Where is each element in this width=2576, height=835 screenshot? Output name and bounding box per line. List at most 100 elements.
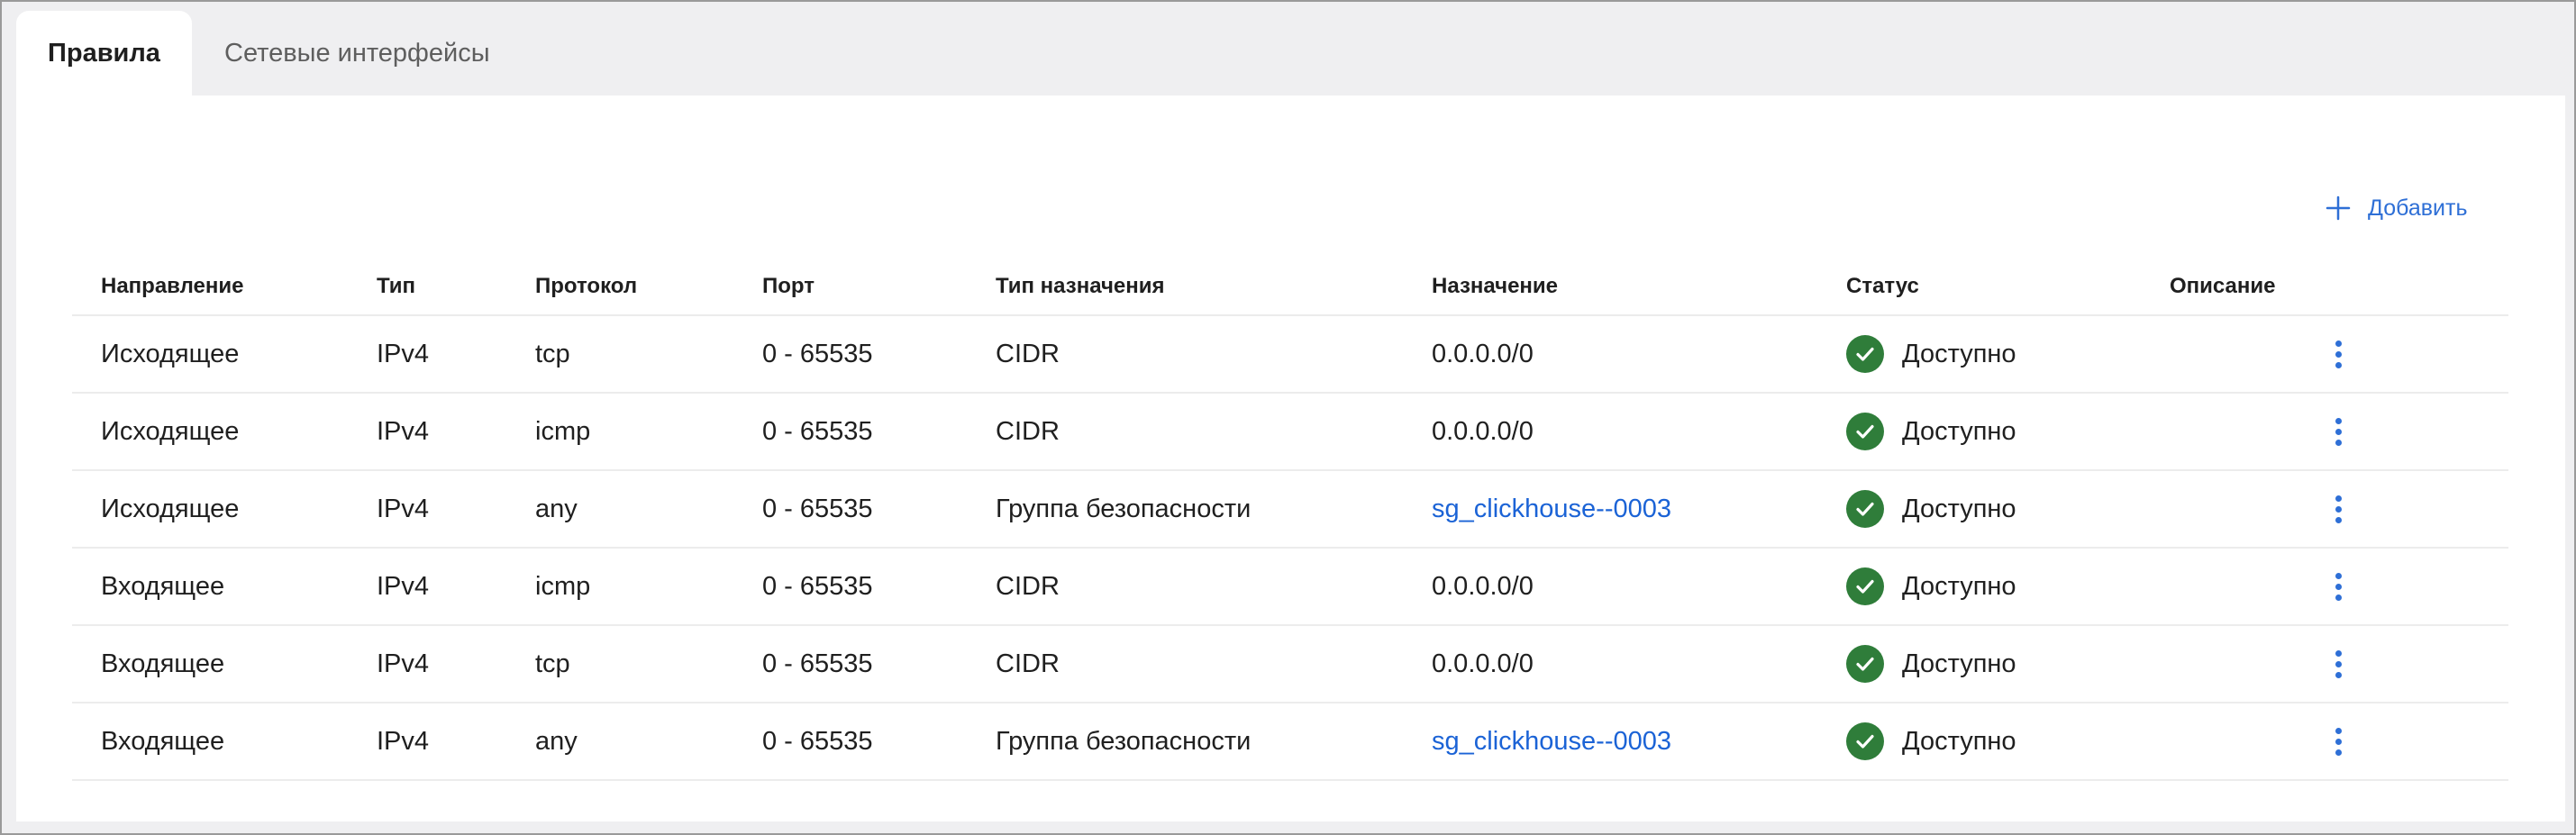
cell-status: Доступно: [1817, 548, 2141, 626]
cell-protocol: any: [506, 703, 733, 781]
cell-port: 0 - 65535: [733, 625, 967, 703]
cell-destination-type: CIDR: [967, 315, 1403, 394]
cell-destination-type: Группа безопасности: [967, 703, 1403, 781]
status-text: Доступно: [1902, 571, 2016, 601]
table-row: Исходящее IPv4 icmp 0 - 65535 CIDR 0.0.0.0/0 Д…: [72, 393, 2508, 471]
destination-link[interactable]: sg_clickhouse--0003: [1432, 727, 1671, 756]
cell-destination: 0.0.0.0/0: [1403, 548, 1817, 626]
cell-destination: 0.0.0.0/0: [1432, 416, 1534, 446]
cell-destination-type: Группа безопасности: [967, 470, 1403, 549]
status-text: Доступно: [1902, 416, 2016, 446]
cell-direction: Входящее: [72, 548, 348, 626]
cell-destination: 0.0.0.0/0: [1432, 649, 1534, 678]
window-frame: Правила Сетевые интерфейсы Добавить Напр…: [0, 0, 2576, 835]
cell-direction: Исходящее: [72, 393, 348, 471]
cell-description: [2141, 315, 2508, 394]
cell-protocol: tcp: [506, 315, 733, 394]
more-vertical-icon[interactable]: [2327, 417, 2349, 446]
more-vertical-icon[interactable]: [2327, 340, 2349, 368]
column-header-status[interactable]: Статус: [1817, 258, 2141, 316]
cell-type: IPv4: [348, 393, 506, 471]
table-row: Исходящее IPv4 tcp 0 - 65535 CIDR 0.0.0.0/0 До…: [72, 315, 2508, 394]
more-vertical-icon[interactable]: [2327, 727, 2349, 756]
cell-description: [2141, 470, 2508, 549]
more-vertical-icon[interactable]: [2327, 572, 2349, 601]
table-row: Входящее IPv4 icmp 0 - 65535 CIDR 0.0.0.0/0 До…: [72, 548, 2508, 626]
check-circle-icon: [1846, 567, 1884, 605]
add-rule-label: Добавить: [2368, 195, 2468, 221]
status-indicator: Доступно: [1846, 335, 2141, 373]
column-header-direction[interactable]: Направление: [72, 258, 348, 316]
tab-rules[interactable]: Правила: [16, 11, 192, 95]
table-row: Входящее IPv4 any 0 - 65535 Группа безопасно…: [72, 703, 2508, 781]
check-circle-icon: [1846, 335, 1884, 373]
status-text: Доступно: [1902, 649, 2016, 678]
cell-destination: 0.0.0.0/0: [1432, 571, 1534, 601]
cell-description: [2141, 703, 2508, 781]
more-vertical-icon[interactable]: [2327, 649, 2349, 678]
table-row: Исходящее IPv4 any 0 - 65535 Группа безопасн…: [72, 470, 2508, 549]
column-header-description[interactable]: Описание: [2141, 258, 2508, 316]
rules-table: Направление Тип Протокол Порт Тип назнач…: [72, 258, 2508, 781]
cell-direction: Входящее: [72, 625, 348, 703]
column-header-destination-type[interactable]: Тип назначения: [967, 258, 1403, 316]
status-text: Доступно: [1902, 726, 2016, 756]
cell-type: IPv4: [348, 548, 506, 626]
cell-type: IPv4: [348, 703, 506, 781]
cell-port: 0 - 65535: [733, 315, 967, 394]
status-indicator: Доступно: [1846, 413, 2141, 450]
check-circle-icon: [1846, 645, 1884, 683]
cell-destination-type: CIDR: [967, 393, 1403, 471]
cell-destination: 0.0.0.0/0: [1432, 339, 1534, 368]
status-indicator: Доступно: [1846, 645, 2141, 683]
check-circle-icon: [1846, 413, 1884, 450]
cell-direction: Исходящее: [72, 315, 348, 394]
cell-destination-type: CIDR: [967, 548, 1403, 626]
cell-status: Доступно: [1817, 470, 2141, 549]
cell-type: IPv4: [348, 315, 506, 394]
check-circle-icon: [1846, 490, 1884, 528]
cell-protocol: tcp: [506, 625, 733, 703]
column-header-protocol[interactable]: Протокол: [506, 258, 733, 316]
cell-description: [2141, 393, 2508, 471]
cell-destination: 0.0.0.0/0: [1403, 393, 1817, 471]
cell-status: Доступно: [1817, 625, 2141, 703]
tab-network-interfaces[interactable]: Сетевые интерфейсы: [192, 11, 524, 95]
rules-table-body: Исходящее IPv4 tcp 0 - 65535 CIDR 0.0.0.0/0 До…: [72, 315, 2508, 781]
cell-direction: Исходящее: [72, 470, 348, 549]
cell-status: Доступно: [1817, 315, 2141, 394]
cell-type: IPv4: [348, 470, 506, 549]
check-circle-icon: [1846, 722, 1884, 760]
cell-direction: Входящее: [72, 703, 348, 781]
column-header-destination[interactable]: Назначение: [1403, 258, 1817, 316]
cell-status: Доступно: [1817, 393, 2141, 471]
cell-description: [2141, 548, 2508, 626]
cell-destination: sg_clickhouse--0003: [1403, 703, 1817, 781]
cell-type: IPv4: [348, 625, 506, 703]
cell-destination-type: CIDR: [967, 625, 1403, 703]
cell-status: Доступно: [1817, 703, 2141, 781]
column-header-type[interactable]: Тип: [348, 258, 506, 316]
cell-protocol: any: [506, 470, 733, 549]
cell-description: [2141, 625, 2508, 703]
destination-link[interactable]: sg_clickhouse--0003: [1432, 495, 1671, 523]
cell-port: 0 - 65535: [733, 470, 967, 549]
table-header-row: Направление Тип Протокол Порт Тип назнач…: [72, 258, 2508, 316]
cell-protocol: icmp: [506, 393, 733, 471]
status-text: Доступно: [1902, 339, 2016, 368]
status-indicator: Доступно: [1846, 490, 2141, 528]
status-text: Доступно: [1902, 494, 2016, 523]
add-rule-button[interactable]: Добавить: [2325, 186, 2468, 231]
status-indicator: Доступно: [1846, 722, 2141, 760]
plus-icon: [2326, 195, 2351, 221]
cell-port: 0 - 65535: [733, 548, 967, 626]
status-indicator: Доступно: [1846, 567, 2141, 605]
more-vertical-icon[interactable]: [2327, 495, 2349, 523]
tab-bar: Правила Сетевые интерфейсы: [16, 11, 524, 95]
column-header-port[interactable]: Порт: [733, 258, 967, 316]
cell-port: 0 - 65535: [733, 393, 967, 471]
cell-destination: 0.0.0.0/0: [1403, 315, 1817, 394]
cell-protocol: icmp: [506, 548, 733, 626]
cell-destination: 0.0.0.0/0: [1403, 625, 1817, 703]
table-row: Входящее IPv4 tcp 0 - 65535 CIDR 0.0.0.0/0 Дос…: [72, 625, 2508, 703]
